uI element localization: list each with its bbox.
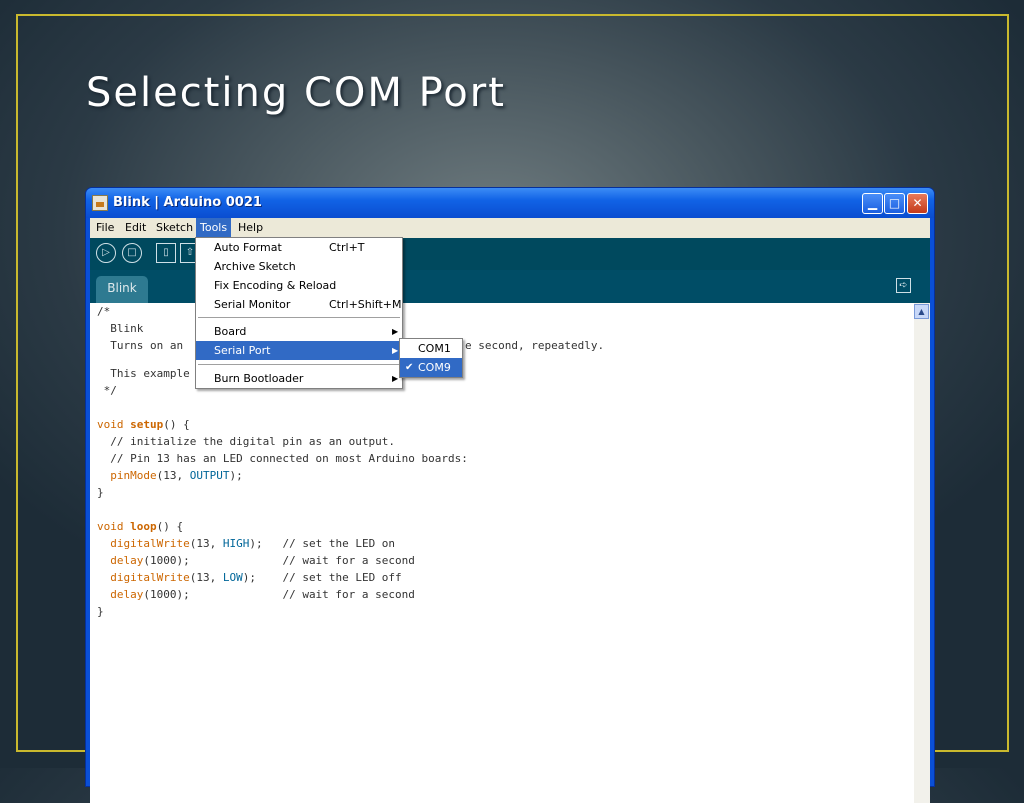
menu-separator bbox=[198, 317, 400, 318]
menu-sketch[interactable]: Sketch bbox=[152, 218, 197, 238]
menu-item-serial-monitor[interactable]: Serial Monitor Ctrl+Shift+M bbox=[196, 295, 402, 314]
code-line: // Pin 13 has an LED connected on most A… bbox=[97, 452, 468, 465]
code-token: ); // set the LED off bbox=[242, 571, 402, 584]
code-token: OUTPUT bbox=[189, 469, 230, 482]
port-item-com9[interactable]: ✔ COM9 bbox=[400, 358, 462, 377]
submenu-arrow-icon: ▶ bbox=[392, 346, 399, 355]
code-line: Turns on an bbox=[97, 339, 184, 352]
code-line: e second, repeatedly. bbox=[465, 339, 605, 352]
maximize-button[interactable]: □ bbox=[884, 193, 905, 214]
code-token: delay bbox=[110, 588, 144, 601]
menu-item-shortcut: Ctrl+Shift+M bbox=[329, 298, 402, 311]
code-line: pinMode(13, OUTPUT); bbox=[97, 467, 243, 484]
code-token: LOW bbox=[222, 571, 243, 584]
code-token: (13, bbox=[189, 537, 223, 550]
submenu-arrow-icon: ▶ bbox=[392, 327, 399, 336]
menu-item-label: Board bbox=[214, 325, 247, 338]
menu-bar: File Edit Sketch Tools Help bbox=[90, 218, 930, 238]
code-line: void setup() { bbox=[97, 416, 190, 433]
menu-separator bbox=[198, 364, 400, 365]
menu-item-auto-format[interactable]: Auto Format Ctrl+T bbox=[196, 238, 402, 257]
code-token: void bbox=[97, 418, 131, 431]
menu-file[interactable]: File bbox=[92, 218, 118, 238]
code-token: delay bbox=[110, 554, 144, 567]
code-token: (13, bbox=[189, 571, 223, 584]
code-line: } bbox=[97, 486, 104, 499]
menu-item-fix-encoding[interactable]: Fix Encoding & Reload bbox=[196, 276, 402, 295]
menu-item-label: Burn Bootloader bbox=[214, 372, 304, 385]
menu-item-archive-sketch[interactable]: Archive Sketch bbox=[196, 257, 402, 276]
close-button[interactable]: ✕ bbox=[907, 193, 928, 214]
window-title: Blink | Arduino 0021 bbox=[113, 195, 262, 210]
menu-item-serial-port[interactable]: Serial Port ▶ bbox=[196, 341, 402, 360]
code-token: pinMode bbox=[110, 469, 157, 482]
code-line: */ bbox=[97, 384, 117, 397]
port-item-com1[interactable]: COM1 bbox=[400, 339, 462, 358]
code-token: ); // set the LED on bbox=[249, 537, 396, 550]
code-token: setup bbox=[130, 418, 164, 431]
menu-item-label: Auto Format bbox=[214, 241, 282, 254]
code-line: } bbox=[97, 605, 104, 618]
code-line: Blink bbox=[97, 322, 144, 335]
code-line: void loop() { bbox=[97, 518, 183, 535]
menu-item-shortcut: Ctrl+T bbox=[329, 241, 365, 254]
menu-help[interactable]: Help bbox=[234, 218, 267, 238]
code-token: (13, bbox=[156, 469, 190, 482]
code-token: () { bbox=[163, 418, 190, 431]
code-line: // initialize the digital pin as an outp… bbox=[97, 435, 396, 448]
menu-item-board[interactable]: Board ▶ bbox=[196, 322, 402, 341]
serial-port-submenu: COM1 ✔ COM9 bbox=[399, 338, 463, 378]
code-line: /* bbox=[97, 305, 111, 318]
new-file-icon[interactable]: ▯ bbox=[156, 243, 176, 263]
code-token: (1000); // wait for a second bbox=[143, 554, 415, 567]
code-token: loop bbox=[130, 520, 157, 533]
tab-menu-arrow-icon[interactable]: ➪ bbox=[896, 278, 911, 293]
tools-menu-dropdown: Auto Format Ctrl+T Archive Sketch Fix En… bbox=[195, 237, 403, 389]
port-label: COM1 bbox=[418, 342, 451, 355]
menu-item-label: Fix Encoding & Reload bbox=[214, 279, 337, 292]
code-line: delay(1000); // wait for a second bbox=[97, 552, 415, 569]
menu-item-label: Archive Sketch bbox=[214, 260, 296, 273]
submenu-arrow-icon: ▶ bbox=[392, 374, 399, 383]
code-line: digitalWrite(13, HIGH); // set the LED o… bbox=[97, 535, 395, 552]
menu-edit[interactable]: Edit bbox=[121, 218, 150, 238]
scroll-up-arrow-icon[interactable]: ▲ bbox=[914, 304, 929, 319]
code-line: digitalWrite(13, LOW); // set the LED of… bbox=[97, 569, 402, 586]
code-token: digitalWrite bbox=[110, 537, 190, 550]
slide-title: Selecting COM Port bbox=[86, 70, 506, 116]
menu-tools[interactable]: Tools bbox=[196, 218, 232, 238]
stop-icon[interactable]: □ bbox=[122, 243, 142, 263]
port-label: COM9 bbox=[418, 361, 451, 374]
code-token: ); bbox=[229, 469, 243, 482]
code-token: (1000); // wait for a second bbox=[143, 588, 415, 601]
menu-item-burn-bootloader[interactable]: Burn Bootloader ▶ bbox=[196, 369, 402, 388]
tab-blink[interactable]: Blink bbox=[96, 276, 148, 303]
verify-play-icon[interactable]: ▷ bbox=[96, 243, 116, 263]
vertical-scrollbar[interactable]: ▲ bbox=[914, 303, 930, 803]
code-token: digitalWrite bbox=[110, 571, 190, 584]
checkmark-icon: ✔ bbox=[405, 362, 414, 373]
code-token: HIGH bbox=[222, 537, 250, 550]
code-token: () { bbox=[156, 520, 184, 533]
code-token: void bbox=[97, 520, 131, 533]
arduino-app-icon bbox=[92, 195, 108, 211]
minimize-button[interactable]: ▁ bbox=[862, 193, 883, 214]
menu-item-label: Serial Monitor bbox=[214, 298, 291, 311]
code-line: delay(1000); // wait for a second bbox=[97, 586, 415, 603]
title-bar[interactable]: Blink | Arduino 0021 ▁ □ ✕ bbox=[86, 188, 934, 218]
menu-item-label: Serial Port bbox=[214, 344, 271, 357]
code-line: This example bbox=[97, 367, 190, 380]
